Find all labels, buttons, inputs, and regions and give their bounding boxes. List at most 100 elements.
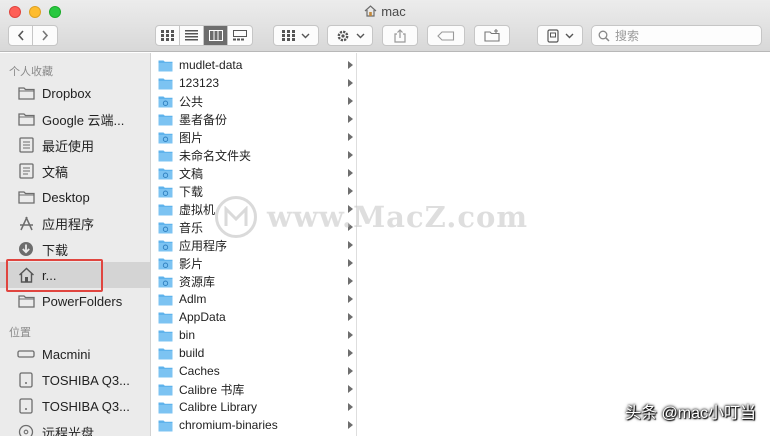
disclosure-arrow-icon [348, 115, 353, 123]
folder-icon [158, 366, 173, 377]
gallery-view-button[interactable] [228, 26, 252, 45]
folder-icon [158, 114, 173, 125]
share-icon [394, 28, 406, 43]
recents-icon [17, 136, 35, 154]
folder-icon [158, 420, 173, 431]
folder-icon [17, 84, 35, 102]
file-row[interactable]: 墨者备份 [151, 110, 356, 128]
watermark-text: www.MacZ.com [267, 200, 529, 234]
chevron-left-icon [17, 30, 24, 41]
watermark-logo-icon [215, 196, 257, 238]
disclosure-arrow-icon [348, 385, 353, 393]
folder-icon [158, 78, 173, 89]
icon-view-button[interactable] [156, 26, 180, 45]
list-view-button[interactable] [180, 26, 204, 45]
file-row-name: 墨者备份 [179, 112, 228, 127]
documents-folder-icon [158, 168, 173, 179]
chevron-down-icon [301, 33, 310, 38]
file-row-name: build [179, 346, 205, 360]
sidebar-item-label: 远程光盘 [42, 425, 95, 436]
dropbox-icon [546, 28, 559, 43]
file-row[interactable]: mudlet-data [151, 56, 356, 74]
search-placeholder: 搜索 [615, 29, 640, 43]
file-row[interactable]: 123123 [151, 74, 356, 92]
sidebar-item-remote-disc[interactable]: 远程光盘 [0, 419, 150, 436]
sidebar-item-label: PowerFolders [42, 293, 123, 309]
search-field[interactable]: 搜索 [591, 25, 762, 46]
sidebar-item-recents[interactable]: 最近使用 [0, 132, 150, 158]
file-row[interactable]: build [151, 344, 356, 362]
view-mode-group [155, 25, 253, 46]
file-row[interactable]: bin [151, 326, 356, 344]
sidebar-item-dropbox[interactable]: Dropbox [0, 80, 150, 106]
caption-overlay: 头条 @mac小叮当 [625, 405, 756, 422]
sidebar-item-label: 下载 [42, 242, 69, 258]
action-menu-button[interactable] [327, 25, 373, 46]
favorites-header: 个人收藏 [9, 66, 53, 78]
file-row[interactable]: Caches [151, 362, 356, 380]
sidebar-item-desktop[interactable]: Desktop [0, 184, 150, 210]
file-row[interactable]: Calibre Library [151, 398, 356, 416]
file-row-name: 图片 [179, 130, 204, 145]
file-row[interactable]: AppData [151, 308, 356, 326]
file-row-name: chromium-binaries [179, 418, 278, 432]
sidebar-item-label: Macmini [42, 346, 91, 362]
sidebar-item-google-drive[interactable]: Google 云端... [0, 106, 150, 132]
library-folder-icon [158, 276, 173, 287]
file-row[interactable]: Calibre 书库 [151, 380, 356, 398]
column-view-button[interactable] [204, 26, 228, 45]
new-folder-button[interactable] [474, 25, 510, 46]
disclosure-arrow-icon [348, 151, 353, 159]
file-row-name: 应用程序 [179, 238, 228, 253]
disclosure-arrow-icon [348, 295, 353, 303]
file-row[interactable]: chromium-binaries [151, 416, 356, 434]
file-row[interactable]: 影片 [151, 254, 356, 272]
file-row[interactable]: 未命名文件夹 [151, 146, 356, 164]
search-icon [598, 30, 610, 42]
disclosure-arrow-icon [348, 331, 353, 339]
list-icon [185, 30, 198, 41]
disk-icon [17, 397, 35, 415]
tag-icon [437, 30, 455, 41]
folder-icon [17, 292, 35, 310]
file-row-name: 未命名文件夹 [179, 148, 252, 163]
folder-icon [17, 188, 35, 206]
disclosure-arrow-icon [348, 367, 353, 375]
window-title: mac [0, 4, 770, 19]
sidebar-item-label: Desktop [42, 189, 90, 205]
gear-icon [337, 30, 348, 41]
sidebar-item-label: Dropbox [42, 85, 92, 101]
sidebar-item-toshiba-2[interactable]: TOSHIBA Q3... [0, 393, 150, 419]
file-row[interactable]: 公共 [151, 92, 356, 110]
file-row[interactable]: 图片 [151, 128, 356, 146]
edit-tags-button[interactable] [427, 25, 465, 46]
file-row-name: 文稿 [179, 166, 204, 181]
grid-icon [161, 30, 174, 41]
file-row[interactable]: 应用程序 [151, 236, 356, 254]
disclosure-arrow-icon [348, 79, 353, 87]
file-row-name: 虚拟机 [179, 202, 216, 217]
sidebar-item-label: 最近使用 [42, 138, 95, 154]
applications-icon [17, 214, 35, 232]
sidebar-item-documents[interactable]: 文稿 [0, 158, 150, 184]
sidebar-item-toshiba-1[interactable]: TOSHIBA Q3... [0, 367, 150, 393]
movies-folder-icon [158, 258, 173, 269]
disclosure-arrow-icon [348, 349, 353, 357]
file-row-name: 资源库 [179, 274, 216, 289]
disclosure-arrow-icon [348, 133, 353, 141]
folder-icon [158, 330, 173, 341]
share-button[interactable] [382, 25, 418, 46]
file-row[interactable]: 资源库 [151, 272, 356, 290]
sidebar-item-applications[interactable]: 应用程序 [0, 210, 150, 236]
disclosure-arrow-icon [348, 61, 353, 69]
disk-icon [17, 371, 35, 389]
sidebar-item-macmini[interactable]: Macmini [0, 341, 150, 367]
forward-button[interactable] [33, 26, 57, 45]
file-row[interactable]: Adlm [151, 290, 356, 308]
file-row[interactable]: 文稿 [151, 164, 356, 182]
back-button[interactable] [9, 26, 33, 45]
disclosure-arrow-icon [348, 403, 353, 411]
sidebar: 个人收藏 Dropbox Google 云端... 最近使用 文稿 Deskto… [0, 53, 151, 436]
group-by-button[interactable] [273, 25, 319, 46]
path-menu-button[interactable] [537, 25, 583, 46]
